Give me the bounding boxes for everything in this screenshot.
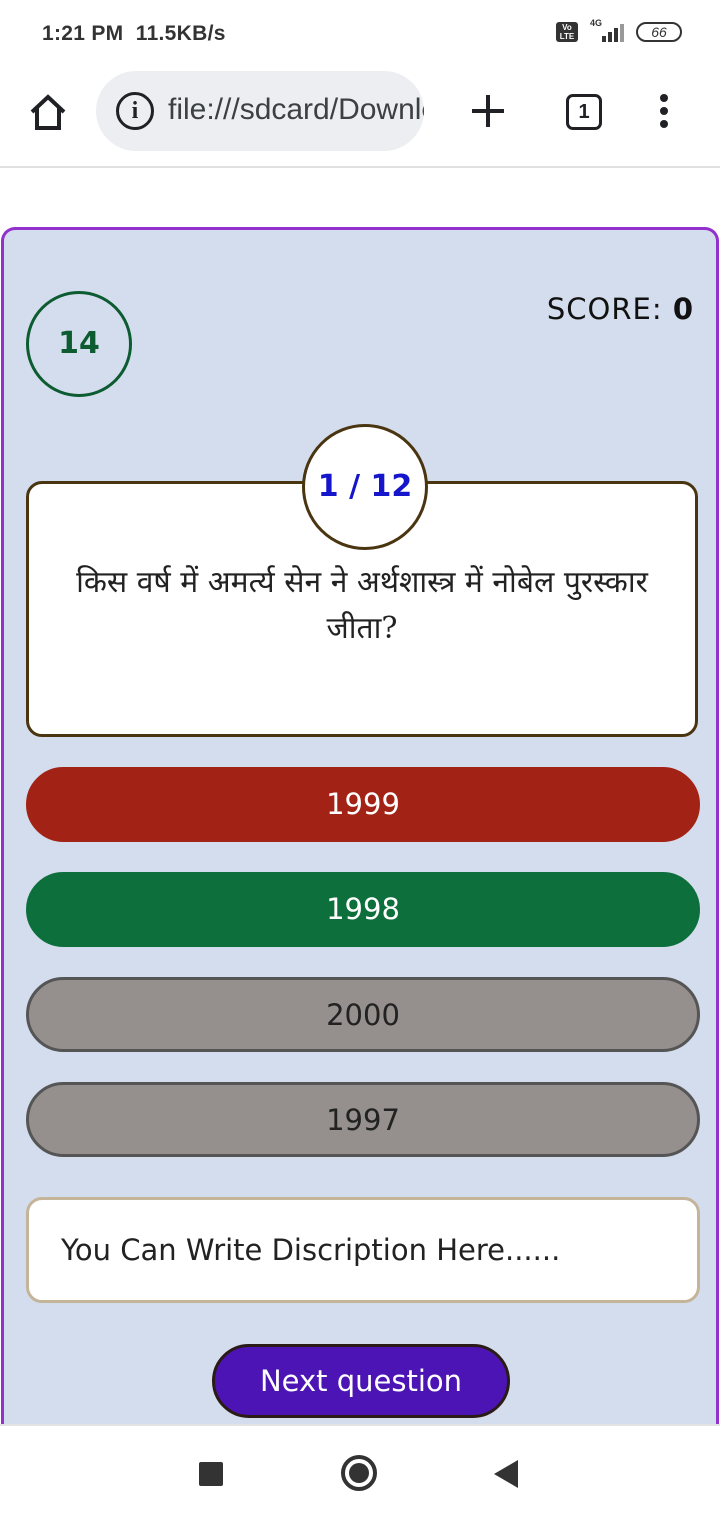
browser-toolbar: i file:///sdcard/Download/ 1	[0, 70, 720, 168]
clock: 1:21 PM	[42, 22, 124, 45]
signal-icon: 4G	[588, 18, 626, 44]
back-triangle-icon[interactable]	[494, 1460, 518, 1488]
status-bar: 1:21 PM 11.5KB/s Vo LTE 4G 66	[0, 0, 720, 70]
battery-icon: 66	[636, 22, 682, 42]
status-icons: Vo LTE 4G 66	[556, 18, 682, 44]
network-speed: 11.5KB/s	[135, 22, 226, 45]
description-field[interactable]: You Can Write Discription Here......	[26, 1197, 700, 1303]
home-icon[interactable]	[26, 90, 70, 134]
navigation-bar	[0, 1424, 720, 1520]
more-vert-icon[interactable]	[650, 90, 678, 134]
option-3[interactable]: 2000	[26, 977, 700, 1052]
quiz-card: 14 SCORE: 0 1 / 12 किस वर्ष में अमर्त्य …	[1, 227, 719, 1457]
question-counter: 1 / 12	[302, 424, 428, 550]
score: SCORE: 0	[547, 292, 694, 326]
url-text[interactable]: file:///sdcard/Download/	[168, 93, 424, 127]
option-correct[interactable]: 1998	[26, 872, 700, 947]
next-question-button[interactable]: Next question	[212, 1344, 510, 1418]
address-bar[interactable]: i file:///sdcard/Download/	[96, 71, 424, 151]
plus-icon[interactable]	[466, 89, 510, 133]
volte-icon: Vo LTE	[556, 22, 578, 42]
info-icon[interactable]: i	[116, 92, 154, 130]
network-type: 4G	[590, 18, 603, 28]
option-4[interactable]: 1997	[26, 1082, 700, 1157]
score-value: 0	[672, 292, 694, 326]
recents-square-icon[interactable]	[199, 1462, 223, 1486]
status-time: 1:21 PM 11.5KB/s	[42, 22, 226, 46]
option-wrong[interactable]: 1999	[26, 767, 700, 842]
score-label: SCORE:	[546, 292, 663, 326]
timer: 14	[26, 291, 132, 397]
tabs-icon[interactable]: 1	[566, 94, 602, 130]
home-circle-icon[interactable]	[341, 1455, 377, 1491]
question-text: किस वर्ष में अमर्त्य सेन ने अर्थशास्त्र …	[76, 565, 648, 646]
